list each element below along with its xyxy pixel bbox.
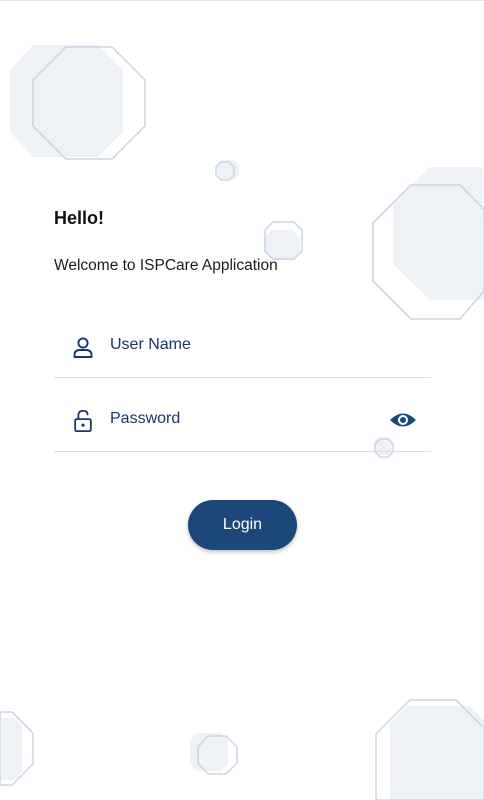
eye-icon[interactable] [389,409,417,431]
password-placeholder: Password [110,410,181,427]
username-placeholder: User Name [110,336,191,353]
login-screen: Hello! Welcome to ISPCare Application Us… [0,0,484,800]
welcome-text: Welcome to ISPCare Application [54,257,278,274]
username-field[interactable]: User Name [54,330,431,378]
password-field[interactable]: Password [54,404,431,452]
greeting-heading: Hello! [54,208,105,228]
lock-icon [74,409,92,433]
user-icon [73,337,93,358]
login-button[interactable]: Login [188,500,297,550]
